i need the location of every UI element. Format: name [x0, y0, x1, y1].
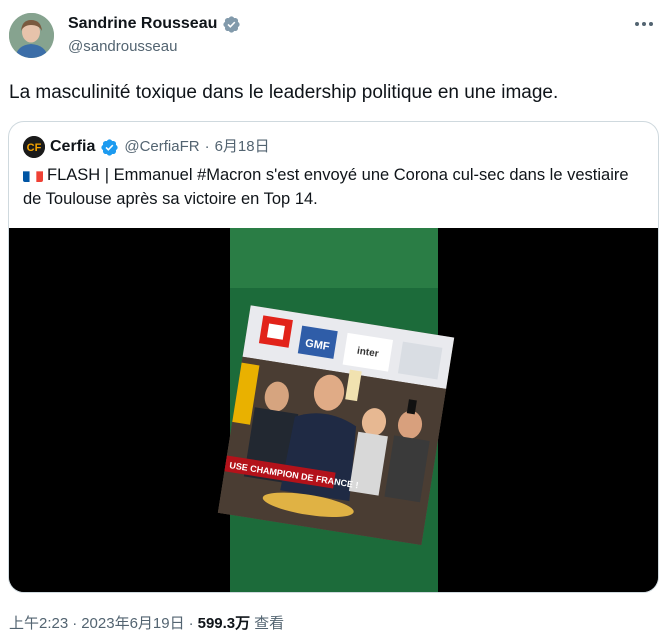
author-name[interactable]: Sandrine Rousseau	[68, 14, 217, 34]
verified-badge-icon	[223, 15, 240, 33]
quote-author-name[interactable]: Cerfia	[50, 137, 95, 157]
views-count: 599.3万	[197, 615, 251, 632]
video-frame: GMF inter USE CHAMPION DE FRANCE !	[9, 228, 658, 592]
more-options-button[interactable]	[632, 14, 656, 34]
quoted-tweet-card[interactable]: CF Cerfia @CerfiaFR · 6月18日 FLASH | Emma…	[8, 121, 659, 593]
separator-dot: ·	[204, 138, 210, 155]
verified-badge-icon	[101, 138, 118, 156]
quote-text: FLASH | Emmanuel #Macron s'est envoyé un…	[23, 163, 643, 211]
tweet-date[interactable]: 2023年6月19日	[81, 614, 184, 634]
views-label: 查看	[254, 615, 285, 632]
cerfia-logo[interactable]: CF	[23, 136, 45, 158]
tweet-text: La masculinité toxique dans le leadershi…	[9, 82, 559, 103]
more-options-icon	[635, 22, 653, 26]
quote-author-handle[interactable]: @CerfiaFR	[124, 137, 199, 157]
tweet-meta: 上午2:23 · 2023年6月19日 · 599.3万 查看	[9, 614, 284, 634]
tweet-time[interactable]: 上午2:23	[9, 614, 68, 634]
separator-dot: ·	[188, 615, 194, 632]
separator-dot: ·	[72, 615, 78, 632]
author-handle[interactable]: @sandrousseau	[68, 38, 177, 56]
video-player[interactable]: GMF inter USE CHAMPION DE FRANCE !	[9, 228, 658, 592]
quote-date[interactable]: 6月18日	[215, 137, 270, 157]
france-flag-icon	[23, 168, 43, 182]
avatar[interactable]	[9, 13, 54, 58]
cerfia-logo-text: CF	[27, 142, 42, 154]
quote-text-body: FLASH | Emmanuel #Macron s'est envoyé un…	[23, 166, 629, 208]
